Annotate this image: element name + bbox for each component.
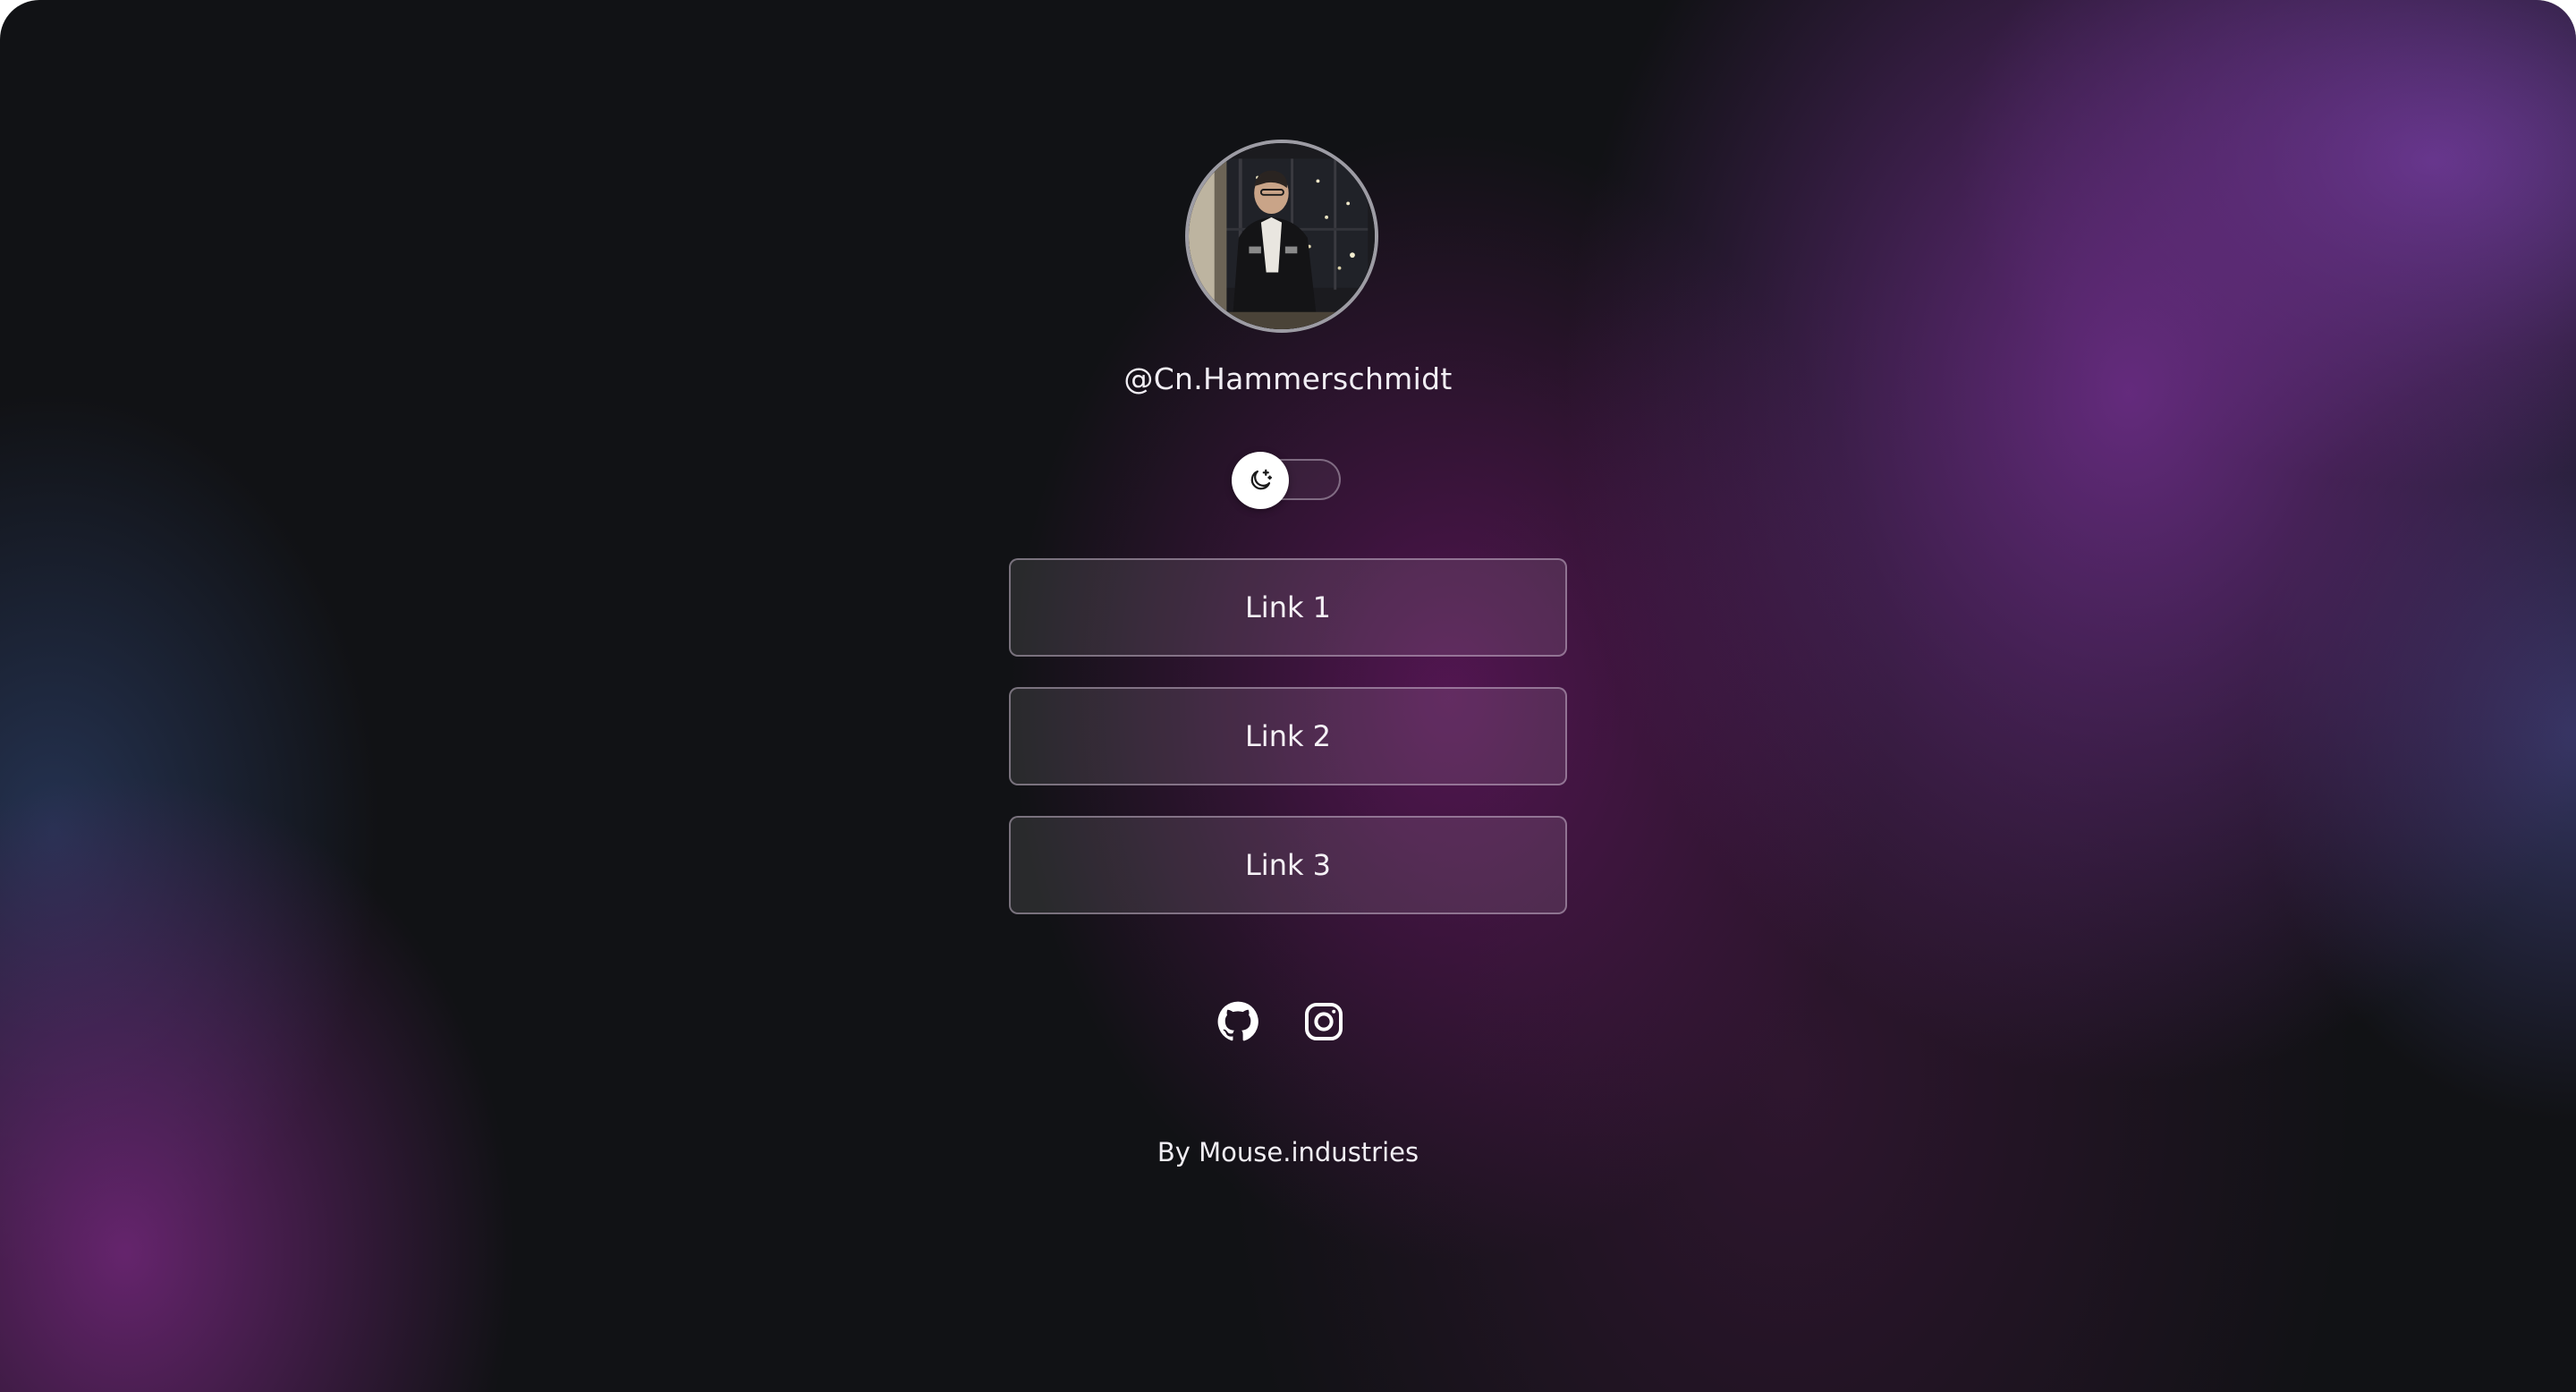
social-links (1216, 1000, 1360, 1047)
link-label: Link 2 (1244, 719, 1332, 753)
link-button-2[interactable]: Link 2 (1009, 687, 1567, 785)
link-label: Link 3 (1244, 848, 1332, 882)
theme-toggle[interactable] (1232, 452, 1346, 509)
page-background: @Cn.Hammerschmidt Link 1 Link 2 Link 3 B… (0, 0, 2576, 1392)
link-button-3[interactable]: Link 3 (1009, 816, 1567, 914)
avatar (1185, 140, 1378, 333)
username: @Cn.Hammerschmidt (1123, 361, 1453, 396)
profile-photo (1189, 143, 1375, 329)
footer-credit: By Mouse.industries (1157, 1137, 1419, 1167)
github-icon (1217, 1001, 1258, 1041)
instagram-icon (1305, 1003, 1343, 1040)
link-label: Link 1 (1244, 590, 1332, 624)
github-link[interactable] (1216, 1000, 1259, 1043)
profile-card: @Cn.Hammerschmidt Link 1 Link 2 Link 3 B… (0, 0, 2576, 1392)
instagram-link[interactable] (1302, 1000, 1345, 1043)
moon-sparkle-icon (1250, 469, 1272, 490)
toggle-knob[interactable] (1232, 452, 1289, 509)
link-button-1[interactable]: Link 1 (1009, 558, 1567, 657)
